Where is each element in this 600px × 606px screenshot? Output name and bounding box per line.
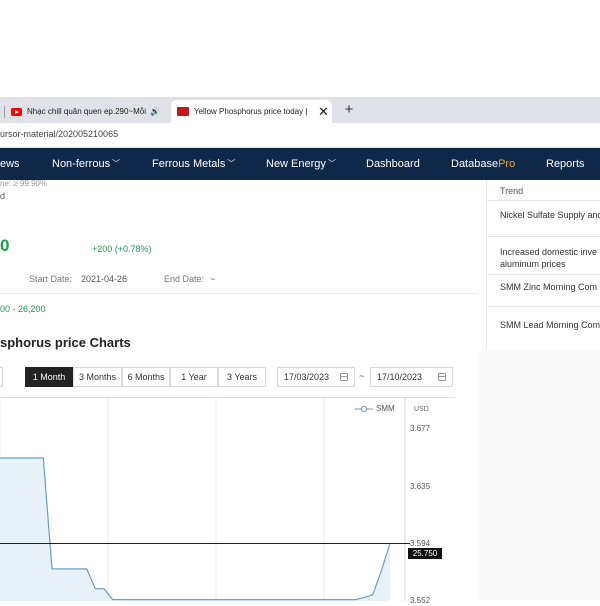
- chevron-down-icon: ﹀: [112, 159, 121, 168]
- date-to-value: 17/10/2023: [377, 372, 423, 382]
- chevron-down-icon: ﹀: [227, 159, 236, 168]
- nav-item-database-pro[interactable]: DatabasePro: [451, 148, 515, 180]
- y-tick-label: 3.552: [410, 596, 431, 605]
- purity-spec: ne: ≥ 99.90%: [0, 179, 48, 188]
- browser-tab-youtube[interactable]: Nhạc chill quân quen ep.290~Mỗi 🔊: [0, 100, 168, 123]
- sidebar-news-item-continued[interactable]: aluminum prices: [500, 258, 600, 270]
- speaker-icon[interactable]: 🔊: [150, 107, 160, 116]
- site-navbar: ews Non-ferrous ﹀ Ferrous Metals ﹀ New Ene…: [0, 148, 600, 180]
- price-chart-container: [0, 397, 455, 601]
- nav-label: Dashboard: [366, 158, 420, 170]
- tab-title: Yellow Phosphorus price today |: [194, 107, 308, 116]
- nav-item-dashboard[interactable]: Dashboard: [366, 148, 420, 180]
- y-tick-label: 3.677: [410, 424, 431, 433]
- range-button-3-months[interactable]: 3 Months: [73, 367, 122, 387]
- nav-label: Reports: [546, 158, 585, 170]
- sidebar-news-item[interactable]: SMM Zinc Morning Com: [500, 281, 600, 293]
- chevron-down-icon: ﹀: [327, 159, 336, 168]
- nav-label: New Energy: [266, 158, 326, 170]
- y-axis-unit: USD: [414, 406, 429, 413]
- nav-item-new-energy[interactable]: New Energy ﹀: [266, 148, 336, 180]
- tab-separator: [4, 105, 5, 118]
- sidebar-heading: Trend: [500, 186, 524, 196]
- end-date-label: End Date:: [164, 274, 205, 284]
- tab-title: Nhạc chill quân quen ep.290~Mỗi: [27, 107, 146, 116]
- browser-tab-smm[interactable]: Yellow Phosphorus price today | ✕: [171, 100, 332, 123]
- y-tick-label: 3.635: [410, 482, 431, 491]
- y-tick-label: 3.594: [410, 539, 431, 548]
- range-button-6-months[interactable]: 6 Months: [122, 367, 170, 387]
- price-chart[interactable]: [0, 398, 455, 601]
- pro-badge: Pro: [498, 158, 516, 170]
- product-info-line: d: [0, 191, 6, 201]
- close-icon[interactable]: ✕: [318, 104, 329, 120]
- calendar-icon: [340, 373, 348, 381]
- start-date-value: 2021-04-26: [81, 274, 128, 284]
- date-to-input[interactable]: 17/10/2023: [370, 367, 453, 387]
- trend-sidebar: Trend Nickel Sulfate Supply and Increase…: [486, 180, 600, 350]
- price-range: 00 - 26,200: [0, 304, 46, 314]
- charts-title: sphorus price Charts: [0, 335, 131, 350]
- range-button-1-year[interactable]: 1 Year: [170, 367, 218, 387]
- range-button-3-years[interactable]: 3 Years: [218, 367, 266, 387]
- price-change: +200 (+0.78%): [92, 244, 152, 254]
- url-text: ursor-material/202005210065: [0, 129, 119, 139]
- divider: [487, 274, 600, 275]
- youtube-icon: [11, 107, 22, 116]
- browser-tab-strip: Nhạc chill quân quen ep.290~Mỗi 🔊 Yellow…: [0, 97, 600, 123]
- sidebar-news-item[interactable]: SMM Lead Morning Com: [500, 319, 600, 331]
- legend-line-icon: [355, 405, 373, 412]
- current-price: 0: [0, 236, 10, 255]
- sidebar-news-item[interactable]: Nickel Sulfate Supply and: [500, 209, 600, 221]
- nav-label: Database: [451, 158, 499, 170]
- divider: [487, 200, 600, 201]
- legend-label: SMM: [376, 404, 395, 413]
- smm-favicon-icon: [177, 107, 189, 116]
- nav-item-non-ferrous[interactable]: Non-ferrous ﹀: [52, 148, 120, 180]
- nav-label: Ferrous Metals: [152, 158, 226, 170]
- sidebar-news-item[interactable]: Increased domestic inve: [500, 246, 600, 258]
- end-date-value: ~: [210, 274, 216, 284]
- date-separator: ~: [359, 371, 365, 381]
- range-button-1-month[interactable]: 1 Month: [25, 367, 73, 387]
- nav-item-news[interactable]: ews: [0, 148, 20, 180]
- price-area: [0, 458, 390, 601]
- page-blank-area: [0, 0, 600, 97]
- new-tab-icon[interactable]: +: [340, 101, 358, 119]
- sidebar-background: [478, 350, 600, 600]
- divider: [487, 306, 600, 307]
- current-value-tag: 25.750: [408, 548, 442, 559]
- nav-item-ferrous-metals[interactable]: Ferrous Metals ﹀: [152, 148, 235, 180]
- nav-item-reports[interactable]: Reports: [546, 148, 585, 180]
- divider: [487, 236, 600, 237]
- date-from-value: 17/03/2023: [284, 372, 330, 382]
- date-from-input[interactable]: 17/03/2023: [277, 367, 355, 387]
- range-button-partial[interactable]: [0, 367, 3, 387]
- address-bar[interactable]: ursor-material/202005210065: [0, 123, 600, 148]
- chart-legend[interactable]: SMM: [355, 404, 395, 413]
- calendar-icon: [438, 373, 446, 381]
- nav-label: Non-ferrous: [52, 158, 111, 170]
- divider: [0, 293, 478, 294]
- start-date-label: Start Date:: [29, 274, 73, 284]
- nav-label: ews: [0, 158, 20, 170]
